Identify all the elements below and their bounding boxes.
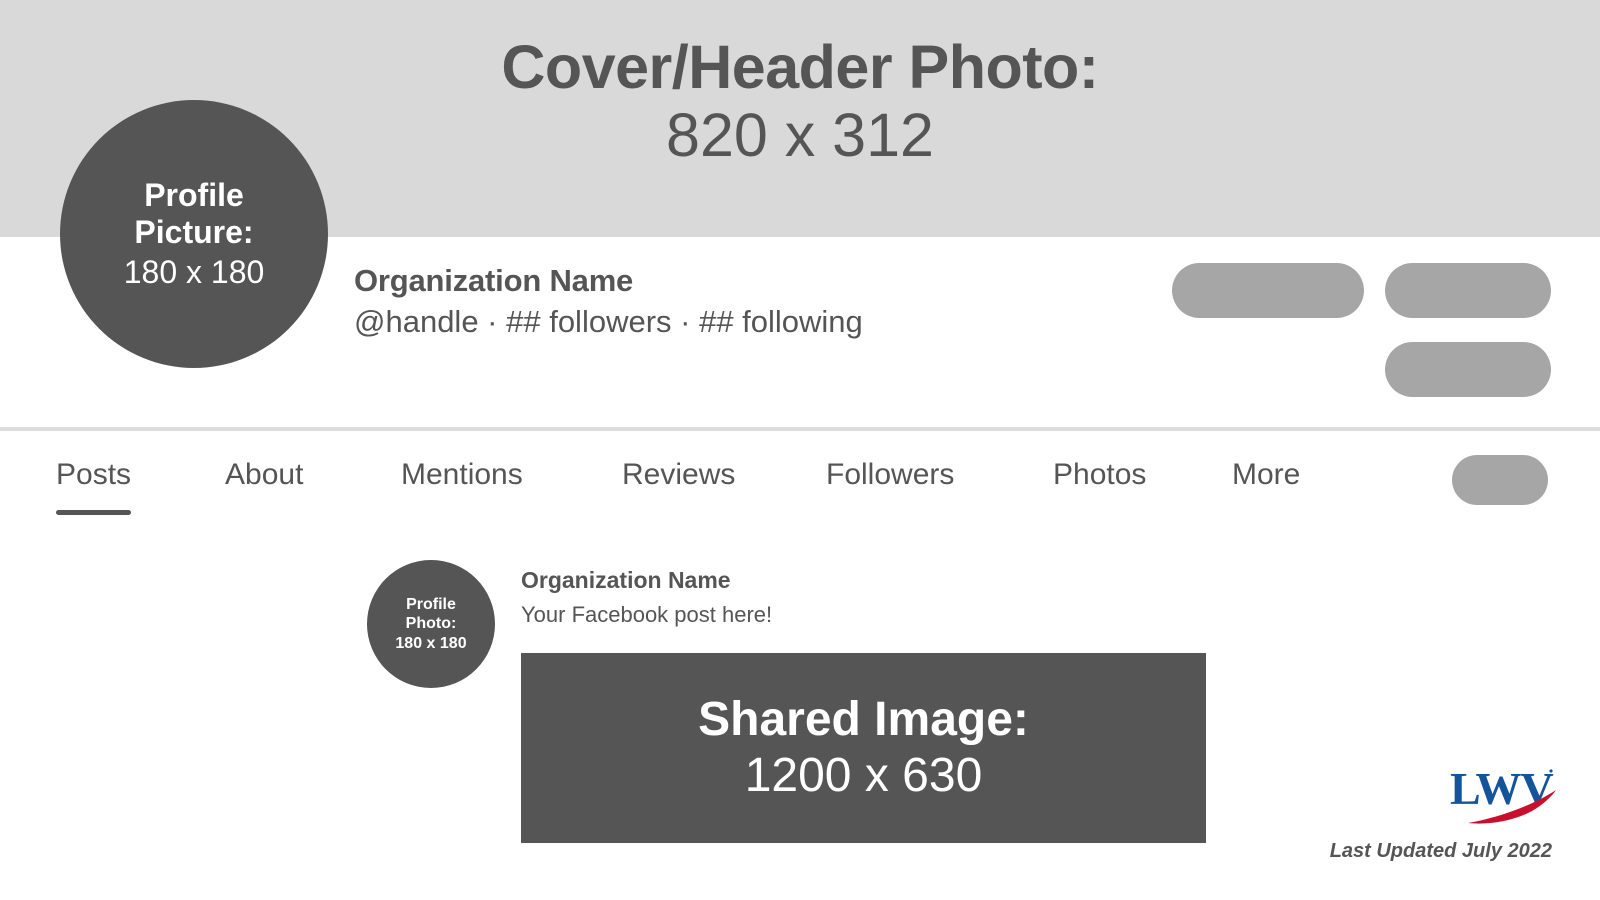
- facebook-template-page: Cover/Header Photo: 820 x 312 Profile Pi…: [0, 0, 1600, 900]
- shared-image-title: Shared Image:: [698, 692, 1029, 746]
- active-tab-indicator: [56, 510, 132, 515]
- secondary-action-button-placeholder[interactable]: [1385, 263, 1551, 318]
- tab-more-label: More: [1232, 458, 1301, 491]
- tab-posts-label: Posts: [56, 458, 132, 491]
- tab-reviews-label: Reviews: [622, 458, 736, 491]
- profile-picture-label-line1: Profile: [144, 177, 244, 214]
- tab-photos[interactable]: Photos: [1053, 458, 1146, 492]
- lwv-logo: LWV: [1448, 762, 1560, 824]
- primary-action-button-placeholder[interactable]: [1172, 263, 1364, 318]
- post-text: Your Facebook post here!: [521, 601, 773, 627]
- tab-photos-label: Photos: [1053, 458, 1147, 491]
- tertiary-action-button-placeholder[interactable]: [1385, 342, 1551, 397]
- identity-block: Organization Name @handle · ## followers…: [354, 262, 1114, 341]
- profile-picture-placeholder[interactable]: Profile Picture: 180 x 180: [60, 100, 328, 368]
- nav-tabs: Posts About Mentions Reviews Followers P…: [40, 458, 1420, 520]
- tab-followers-label: Followers: [826, 458, 955, 491]
- shared-image-dimensions: 1200 x 630: [744, 749, 983, 802]
- nav-action-button-placeholder[interactable]: [1452, 455, 1548, 505]
- post-avatar-dimensions: 180 x 180: [395, 634, 467, 652]
- post-body: Organization Name Your Facebook post her…: [521, 566, 1221, 628]
- handle-followers-following: @handle · ## followers · ## following: [354, 303, 863, 339]
- post-avatar-placeholder[interactable]: Profile Photo: 180 x 180: [367, 560, 495, 688]
- tab-about[interactable]: About: [225, 458, 303, 492]
- tab-mentions[interactable]: Mentions: [401, 458, 523, 492]
- post-author-name: Organization Name: [521, 567, 731, 593]
- header-divider: [0, 427, 1600, 431]
- tab-about-label: About: [225, 458, 304, 491]
- page-title: Organization Name: [354, 263, 634, 298]
- post-avatar-label-line2: Photo:: [405, 615, 457, 633]
- tab-followers[interactable]: Followers: [826, 458, 954, 492]
- shared-image-placeholder[interactable]: Shared Image: 1200 x 630: [521, 653, 1206, 843]
- profile-picture-dimensions: 180 x 180: [123, 253, 265, 290]
- tab-reviews[interactable]: Reviews: [622, 458, 735, 492]
- tab-posts[interactable]: Posts: [56, 458, 132, 515]
- tab-more[interactable]: More: [1232, 458, 1300, 492]
- tab-mentions-label: Mentions: [401, 458, 523, 491]
- post-avatar-label-line1: Profile: [406, 595, 456, 613]
- cover-photo-title: Cover/Header Photo:: [501, 33, 1099, 101]
- profile-picture-label-line2: Picture:: [134, 214, 254, 251]
- last-updated-note: Last Updated July 2022: [1329, 840, 1552, 862]
